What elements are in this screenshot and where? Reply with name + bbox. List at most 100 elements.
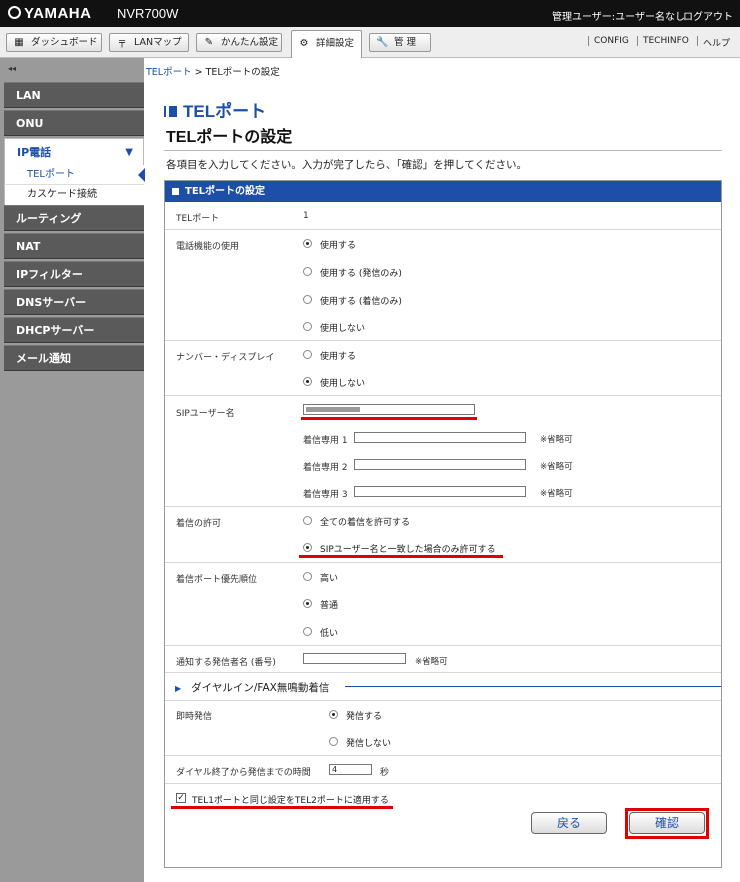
sidebar-item-nat[interactable]: NAT — [4, 233, 144, 259]
phone-function-option: 使用する (着信のみ) — [320, 297, 402, 307]
sidebar-item-label: IPフィルター — [16, 268, 83, 281]
priority-radio-low[interactable] — [303, 627, 312, 636]
sidebar-subitem-tel-port[interactable]: TELポート — [4, 165, 145, 185]
sidebar-item-ip-filter[interactable]: IPフィルター — [4, 261, 144, 287]
incoming-permission-radio-sip-match[interactable] — [303, 543, 312, 552]
sidebar-subitem-label: TELポート — [27, 169, 75, 180]
main-toolbar: ▦ ダッシュボード ╤ LANマップ ✎ かんたん設定 ⚙ 詳細設定 🔧 管 理 CONF… — [0, 27, 740, 58]
sidebar-subitem-label: カスケード接続 — [27, 189, 97, 200]
caller-name-note: ※省略可 — [415, 657, 448, 667]
row-divider — [165, 755, 721, 756]
dedicated-3-note: ※省略可 — [540, 489, 573, 499]
gear-icon: ⚙ — [299, 38, 309, 49]
techinfo-link[interactable]: TECHINFO — [643, 36, 689, 46]
phone-function-radio-outgoing-only[interactable] — [303, 267, 312, 276]
sidebar-item-label: DHCPサーバー — [16, 324, 95, 337]
priority-label: 着信ポート優先順位 — [176, 575, 258, 585]
incoming-permission-option: 全ての着信を許可する — [320, 518, 411, 528]
row-divider — [165, 672, 721, 673]
yamaha-logo-mark-icon — [8, 6, 21, 19]
help-link[interactable]: ヘルプ — [703, 36, 730, 49]
lan-map-icon: ╤ — [118, 37, 126, 48]
number-display-option: 使用する — [320, 352, 357, 362]
priority-option: 普通 — [320, 601, 339, 611]
tab-dashboard[interactable]: ▦ ダッシュボード — [6, 33, 102, 52]
phone-function-option: 使用する — [320, 241, 357, 251]
phone-function-radio-use[interactable] — [303, 239, 312, 248]
dedicated-1-label: 着信専用 1 — [303, 436, 348, 446]
immediate-call-radio-yes[interactable] — [329, 710, 338, 719]
incoming-permission-radio-all[interactable] — [303, 516, 312, 525]
immediate-call-option: 発信しない — [346, 739, 392, 749]
toplink-divider — [588, 36, 589, 46]
tab-easy-setup-label: かんたん設定 — [221, 37, 279, 48]
config-link[interactable]: CONFIG — [594, 36, 629, 46]
sidebar-item-onu[interactable]: ONU — [4, 110, 144, 136]
priority-radio-high[interactable] — [303, 572, 312, 581]
sip-user-label: SIPユーザー名 — [176, 409, 235, 419]
number-display-label: ナンバー・ディスプレイ — [176, 353, 275, 363]
tab-advanced-settings[interactable]: ⚙ 詳細設定 — [291, 30, 362, 58]
expand-arrow-icon: ▼ — [125, 147, 133, 158]
logout-link[interactable]: ログアウト — [683, 8, 733, 23]
model-name: NVR700W — [117, 6, 179, 21]
dedicated-1-input[interactable] — [354, 432, 526, 443]
sidebar-item-dns-server[interactable]: DNSサーバー — [4, 289, 144, 315]
dedicated-2-label: 着信専用 2 — [303, 463, 348, 473]
phone-function-label: 電話機能の使用 — [176, 242, 240, 252]
checkmark-icon: ✓ — [177, 793, 185, 803]
sip-user-input[interactable] — [303, 404, 475, 415]
breadcrumb-current: TELポートの設定 — [205, 67, 280, 78]
phone-function-option: 使用する (発信のみ) — [320, 269, 402, 279]
tab-management[interactable]: 🔧 管 理 — [369, 33, 431, 52]
sidebar-item-dhcp-server[interactable]: DHCPサーバー — [4, 317, 144, 343]
confirm-button[interactable]: 確認 — [629, 812, 705, 834]
sidebar-item-label: ONU — [16, 117, 44, 130]
number-display-radio-disabled[interactable] — [303, 377, 312, 386]
dedicated-2-note: ※省略可 — [540, 462, 573, 472]
dialin-section-toggle[interactable]: ▶ ダイヤルイン/FAX無鳴動着信 — [175, 680, 329, 695]
wrench-icon: 🔧 — [376, 37, 389, 48]
dial-wait-input[interactable]: 4 — [329, 764, 372, 775]
sidebar-item-lan[interactable]: LAN — [4, 82, 144, 108]
tab-advanced-settings-label: 詳細設定 — [316, 38, 355, 49]
breadcrumb-link[interactable]: TELポート — [146, 67, 192, 78]
dedicated-3-label: 着信専用 3 — [303, 490, 348, 500]
panel-header: TELポートの設定 — [165, 181, 721, 202]
tab-lan-map[interactable]: ╤ LANマップ — [109, 33, 189, 52]
sidebar-item-routing[interactable]: ルーティング — [4, 205, 144, 231]
selected-pointer-icon — [138, 168, 145, 182]
apply-tel2-label: TEL1ポートと同じ設定をTEL2ポートに適用する — [192, 796, 389, 806]
row-divider — [165, 229, 721, 230]
incoming-permission-label: 着信の許可 — [176, 519, 222, 529]
top-bar: YAMAHA NVR700W 管理ユーザー:ユーザー名なし ログアウト — [0, 0, 740, 27]
sidebar-item-label: IP電話 — [17, 146, 52, 159]
caller-name-input[interactable] — [303, 653, 406, 664]
user-info: 管理ユーザー:ユーザー名なし — [552, 12, 685, 23]
immediate-call-label: 即時発信 — [176, 712, 213, 722]
sidebar-item-ip-phone[interactable]: IP電話 ▼ — [4, 138, 144, 167]
priority-radio-normal[interactable] — [303, 599, 312, 608]
dial-wait-label: ダイヤル終了から発信までの時間 — [176, 768, 311, 778]
row-divider — [165, 395, 721, 396]
collapse-sidebar-icon[interactable]: ◂◂ — [8, 64, 16, 73]
dedicated-3-input[interactable] — [354, 486, 526, 497]
number-display-radio-use[interactable] — [303, 350, 312, 359]
tel-port-label: TELポート — [176, 214, 220, 224]
sidebar-subitem-cascade[interactable]: カスケード接続 — [4, 185, 144, 205]
sidebar-item-label: NAT — [16, 240, 41, 253]
tab-easy-setup[interactable]: ✎ かんたん設定 — [196, 33, 282, 52]
section-title-icon — [166, 106, 177, 117]
phone-function-radio-disabled[interactable] — [303, 322, 312, 331]
back-button[interactable]: 戻る — [531, 812, 607, 834]
row-divider — [165, 562, 721, 563]
sidebar-item-mail-notification[interactable]: メール通知 — [4, 345, 144, 371]
highlight-underline — [299, 555, 503, 558]
immediate-call-radio-no[interactable] — [329, 737, 338, 746]
apply-tel2-checkbox[interactable]: ✓ — [176, 793, 186, 803]
dialin-section-title: ダイヤルイン/FAX無鳴動着信 — [191, 682, 330, 694]
row-divider — [165, 645, 721, 646]
phone-function-radio-incoming-only[interactable] — [303, 295, 312, 304]
dedicated-2-input[interactable] — [354, 459, 526, 470]
instructions: 各項目を入力してください。入力が完了したら、「確認」を押してください。 — [166, 159, 527, 171]
